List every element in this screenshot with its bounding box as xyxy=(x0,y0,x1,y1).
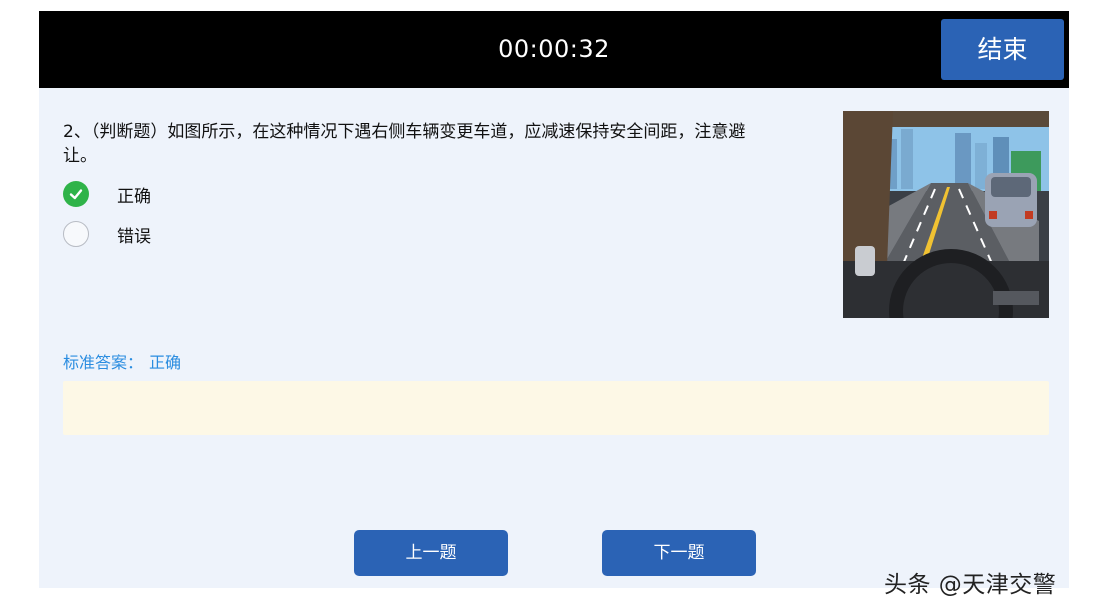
check-icon[interactable] xyxy=(63,181,89,207)
option-label: 正确 xyxy=(117,186,151,207)
option-label: 错误 xyxy=(117,226,151,247)
end-exam-button[interactable]: 结束 xyxy=(941,19,1064,80)
option-correct[interactable]: 正确 xyxy=(63,179,151,209)
standard-answer: 标准答案： 正确 xyxy=(63,349,181,373)
answer-value: 正确 xyxy=(149,353,182,372)
explanation-box xyxy=(63,381,1049,435)
countdown-timer: 00:00:32 xyxy=(498,35,610,63)
question-image xyxy=(843,111,1049,318)
answer-prefix: 标准答案： xyxy=(63,353,144,372)
option-wrong[interactable]: 错误 xyxy=(63,219,151,249)
radio-icon[interactable] xyxy=(63,221,89,247)
top-bar: 00:00:32 结束 xyxy=(39,11,1069,88)
prev-question-button[interactable]: 上一题 xyxy=(354,530,508,576)
watermark: 头条 @天津交警 xyxy=(884,572,1057,598)
driving-scene-illustration xyxy=(843,111,1049,318)
question-panel: 2、（判断题）如图所示，在这种情况下遇右侧车辆变更车道，应减速保持安全间距，注意… xyxy=(39,88,1069,588)
next-question-button[interactable]: 下一题 xyxy=(602,530,756,576)
question-text: 2、（判断题）如图所示，在这种情况下遇右侧车辆变更车道，应减速保持安全间距，注意… xyxy=(63,122,746,166)
